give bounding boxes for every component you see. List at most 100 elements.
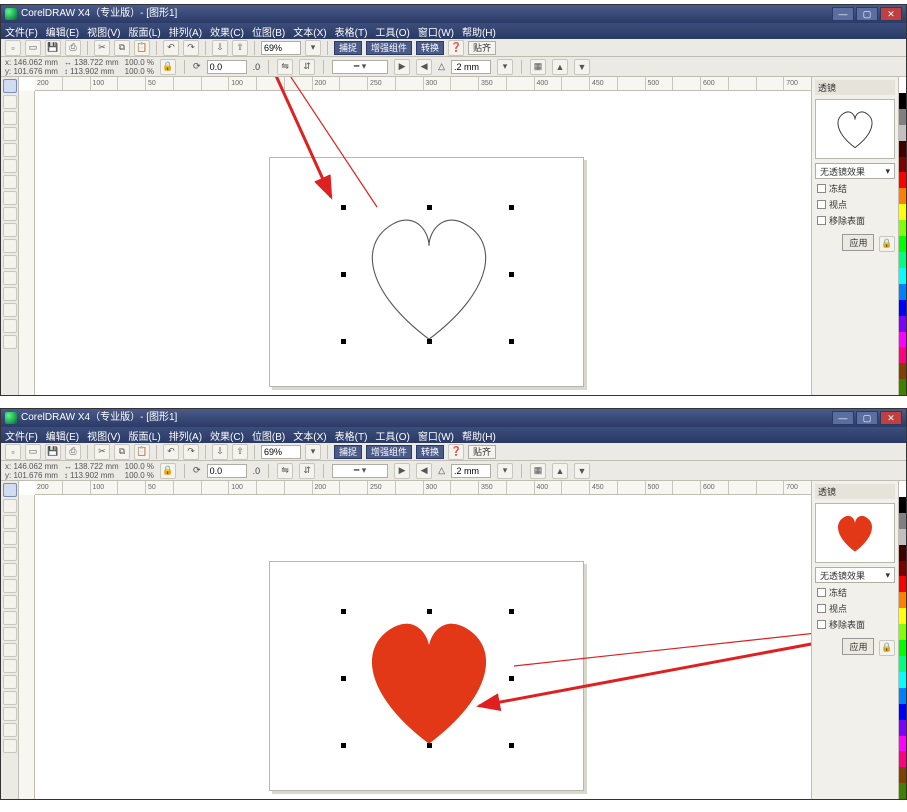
copy-icon[interactable]: ⧉ — [114, 444, 130, 460]
canvas[interactable]: 20010050100200250300350400450500600700 — [19, 77, 811, 395]
crop-tool-icon[interactable] — [3, 515, 17, 529]
color-swatch[interactable] — [899, 284, 906, 300]
freehand-tool-icon[interactable] — [3, 143, 17, 157]
interactivefill-tool-icon[interactable] — [3, 739, 17, 753]
color-swatch[interactable] — [899, 157, 906, 173]
color-swatch[interactable] — [899, 529, 906, 545]
menu-bitmap[interactable]: 位图(B) — [252, 24, 285, 39]
color-swatch[interactable] — [899, 736, 906, 752]
selection-handle[interactable] — [341, 609, 346, 614]
color-swatch[interactable] — [899, 720, 906, 736]
smartfill-tool-icon[interactable] — [3, 563, 17, 577]
text-tool-icon[interactable] — [3, 643, 17, 657]
canvas[interactable]: 20010050100200250300350400450500600700 — [19, 481, 811, 799]
color-swatch[interactable] — [899, 640, 906, 656]
selection-handle[interactable] — [341, 743, 346, 748]
basicshape-tool-icon[interactable] — [3, 223, 17, 237]
color-swatch[interactable] — [899, 545, 906, 561]
outline-dropdown-icon[interactable]: ▾ — [497, 59, 513, 75]
color-swatch[interactable] — [899, 481, 906, 497]
menu-edit[interactable]: 编辑(E) — [46, 24, 79, 39]
smartfill-tool-icon[interactable] — [3, 159, 17, 173]
polygon-tool-icon[interactable] — [3, 207, 17, 221]
color-swatch[interactable] — [899, 688, 906, 704]
import-icon[interactable]: ⇩ — [212, 444, 228, 460]
mirror-h-icon[interactable]: ⇋ — [277, 59, 293, 75]
save-icon[interactable]: 💾 — [45, 444, 61, 460]
color-swatch[interactable] — [899, 332, 906, 348]
menu-view[interactable]: 视图(V) — [87, 428, 120, 443]
blend-tool-icon[interactable] — [3, 271, 17, 285]
color-swatch[interactable] — [899, 379, 906, 395]
basicshape-tool-icon[interactable] — [3, 627, 17, 641]
eyedropper-tool-icon[interactable] — [3, 287, 17, 301]
zoom-dropdown-icon[interactable]: ▾ — [305, 40, 321, 56]
enhance-button[interactable]: 增强组件 — [366, 445, 412, 459]
menu-bitmap[interactable]: 位图(B) — [252, 428, 285, 443]
mirror-h-icon[interactable]: ⇋ — [277, 463, 293, 479]
color-swatch[interactable] — [899, 300, 906, 316]
menu-table[interactable]: 表格(T) — [335, 428, 368, 443]
end-cap-icon[interactable]: ◀ — [416, 463, 432, 479]
snap-button[interactable]: 捕捉 — [334, 445, 362, 459]
pick-tool-icon[interactable] — [3, 483, 17, 497]
color-swatch[interactable] — [899, 316, 906, 332]
open-icon[interactable]: ▭ — [25, 40, 41, 56]
lock-icon[interactable]: 🔒 — [879, 640, 895, 656]
color-swatch[interactable] — [899, 236, 906, 252]
color-swatch[interactable] — [899, 347, 906, 363]
help-icon[interactable]: ❓ — [448, 40, 464, 56]
ellipse-tool-icon[interactable] — [3, 191, 17, 205]
shape-tool-icon[interactable] — [3, 95, 17, 109]
selection-handle[interactable] — [427, 609, 432, 614]
align-button[interactable]: 贴齐 — [468, 445, 496, 459]
outline-dropdown-icon[interactable]: ▾ — [497, 463, 513, 479]
selection-handle[interactable] — [509, 339, 514, 344]
menu-arrange[interactable]: 排列(A) — [169, 428, 202, 443]
to-front-icon[interactable]: ▲ — [552, 463, 568, 479]
wrap-text-icon[interactable]: ▦ — [530, 463, 546, 479]
menu-text[interactable]: 文本(X) — [293, 428, 326, 443]
zoom-tool-icon[interactable] — [3, 531, 17, 545]
color-swatch[interactable] — [899, 204, 906, 220]
color-swatch[interactable] — [899, 672, 906, 688]
color-swatch[interactable] — [899, 592, 906, 608]
selection-handle[interactable] — [509, 609, 514, 614]
outline-width-input[interactable] — [451, 60, 491, 74]
viewpoint-checkbox[interactable]: 视点 — [817, 198, 893, 211]
menu-table[interactable]: 表格(T) — [335, 24, 368, 39]
color-swatch[interactable] — [899, 624, 906, 640]
menu-window[interactable]: 窗口(W) — [418, 428, 454, 443]
menu-tools[interactable]: 工具(O) — [375, 428, 409, 443]
menu-layout[interactable]: 版面(L) — [128, 428, 160, 443]
rotation-input[interactable] — [207, 60, 247, 74]
menu-layout[interactable]: 版面(L) — [128, 24, 160, 39]
wrap-text-icon[interactable]: ▦ — [530, 59, 546, 75]
lock-icon[interactable]: 🔒 — [879, 236, 895, 252]
paste-icon[interactable]: 📋 — [134, 40, 150, 56]
menu-window[interactable]: 窗口(W) — [418, 24, 454, 39]
color-swatch[interactable] — [899, 188, 906, 204]
freeze-checkbox[interactable]: 冻结 — [817, 586, 893, 599]
print-icon[interactable]: ⎙ — [65, 444, 81, 460]
color-swatch[interactable] — [899, 220, 906, 236]
removeface-checkbox[interactable]: 移除表面 — [817, 618, 893, 631]
ellipse-tool-icon[interactable] — [3, 595, 17, 609]
shape-tool-icon[interactable] — [3, 499, 17, 513]
color-swatch[interactable] — [899, 751, 906, 767]
polygon-tool-icon[interactable] — [3, 611, 17, 625]
pick-tool-icon[interactable] — [3, 79, 17, 93]
removeface-checkbox[interactable]: 移除表面 — [817, 214, 893, 227]
redo-icon[interactable]: ↷ — [183, 40, 199, 56]
save-icon[interactable]: 💾 — [45, 40, 61, 56]
end-cap-icon[interactable]: ◀ — [416, 59, 432, 75]
color-swatch[interactable] — [899, 783, 906, 799]
heart-shape-outline[interactable] — [349, 207, 509, 347]
heart-shape-filled[interactable] — [349, 611, 509, 751]
color-swatch[interactable] — [899, 767, 906, 783]
table-tool-icon[interactable] — [3, 659, 17, 673]
color-swatch[interactable] — [899, 608, 906, 624]
start-cap-icon[interactable]: ▶ — [394, 59, 410, 75]
lock-aspect-icon[interactable]: 🔒 — [160, 463, 176, 479]
menu-help[interactable]: 帮助(H) — [462, 24, 496, 39]
